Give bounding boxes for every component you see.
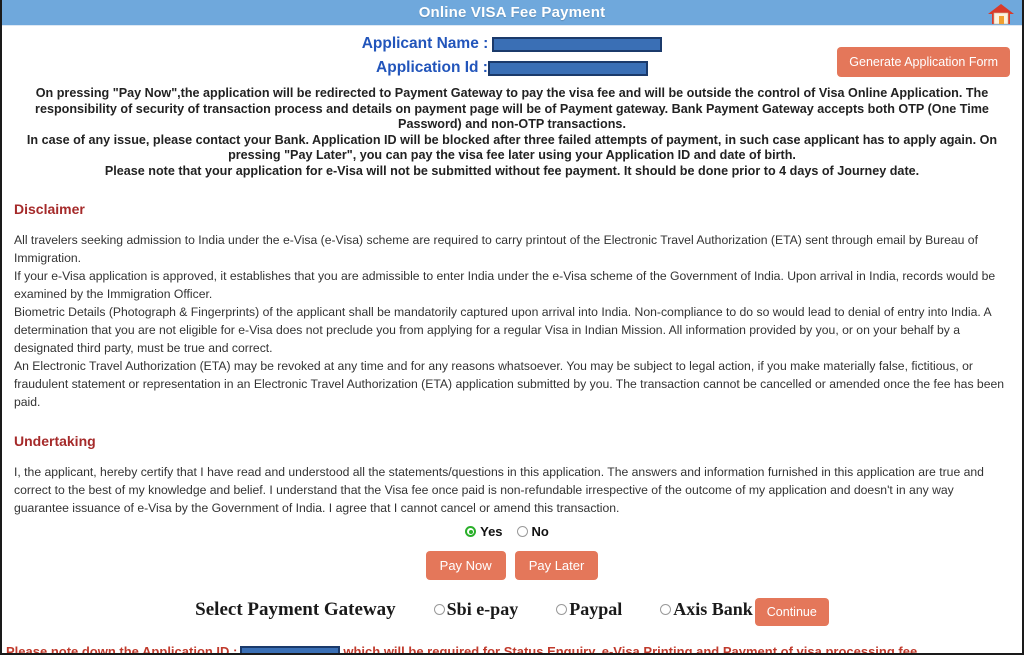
instructions-block: On pressing "Pay Now",the application wi… bbox=[12, 86, 1012, 179]
payment-gateway-row: Select Payment Gateway Sbi e-pay Paypal … bbox=[2, 593, 1022, 626]
applicant-name-label: Applicant Name : bbox=[361, 35, 489, 52]
gateway-option-sbi-epay[interactable]: Sbi e-pay bbox=[433, 599, 519, 620]
applicant-name-value-redacted bbox=[492, 36, 663, 52]
gateway-option-axis-bank[interactable]: Axis Bank bbox=[660, 599, 753, 620]
applicant-block: Applicant Name : Application Id : Genera… bbox=[2, 26, 1022, 80]
continue-button[interactable]: Continue bbox=[754, 598, 829, 626]
disclaimer-paragraph-4: An Electronic Travel Authorization (ETA)… bbox=[14, 359, 1005, 409]
application-id-note-prefix: Please note down the Application ID : bbox=[6, 644, 238, 655]
application-id-note: Please note down the Application ID : whi… bbox=[6, 642, 1016, 655]
undertaking-heading: Undertaking bbox=[14, 433, 96, 449]
title-bar: Online VISA Fee Payment bbox=[2, 0, 1022, 26]
pay-later-button[interactable]: Pay Later bbox=[514, 551, 599, 580]
undertaking-no-radio[interactable] bbox=[516, 526, 528, 537]
disclaimer-paragraph-1: All travelers seeking admission to India… bbox=[14, 233, 978, 265]
pay-now-button[interactable]: Pay Now bbox=[425, 551, 506, 580]
disclaimer-paragraph-2: If your e-Visa application is approved, … bbox=[14, 269, 996, 301]
undertaking-no-label: No bbox=[531, 524, 549, 539]
gateway-label-axis-bank: Axis Bank bbox=[673, 599, 753, 619]
gateway-radio-sbi-epay[interactable] bbox=[433, 604, 445, 615]
undertaking-body: I, the applicant, hereby certify that I … bbox=[14, 463, 1010, 517]
home-icon[interactable] bbox=[986, 1, 1016, 27]
application-id-note-redacted bbox=[240, 645, 341, 653]
disclaimer-body: All travelers seeking admission to India… bbox=[14, 231, 1010, 411]
visa-fee-payment-page: Online VISA Fee Payment Applicant Name :… bbox=[0, 0, 1024, 655]
disclaimer-heading: Disclaimer bbox=[14, 201, 85, 217]
gateway-label-paypal: Paypal bbox=[569, 599, 623, 619]
gateway-option-paypal[interactable]: Paypal bbox=[556, 599, 622, 620]
undertaking-yes-radio[interactable] bbox=[465, 526, 477, 537]
application-id-label: Application Id : bbox=[376, 59, 488, 76]
generate-application-form-button[interactable]: Generate Application Form bbox=[837, 47, 1010, 77]
instruction-line-2: In case of any issue, please contact you… bbox=[26, 132, 998, 163]
payment-gateway-title: Select Payment Gateway bbox=[195, 598, 396, 620]
gateway-radio-paypal[interactable] bbox=[556, 604, 568, 615]
application-id-value-redacted bbox=[487, 60, 648, 76]
page-title: Online VISA Fee Payment bbox=[418, 4, 606, 21]
undertaking-agreement-radios: Yes No bbox=[2, 524, 1022, 539]
disclaimer-paragraph-3: Biometric Details (Photograph & Fingerpr… bbox=[14, 305, 991, 355]
instruction-line-3: Please note that your application for e-… bbox=[104, 163, 920, 178]
gateway-label-sbi-epay: Sbi e-pay bbox=[446, 599, 519, 619]
undertaking-paragraph-1: I, the applicant, hereby certify that I … bbox=[14, 465, 984, 515]
instruction-line-1: On pressing "Pay Now",the application wi… bbox=[35, 86, 989, 131]
undertaking-yes-label: Yes bbox=[480, 524, 503, 539]
pay-buttons-row: Pay Now Pay Later bbox=[2, 551, 1022, 580]
application-id-note-suffix: which will be required for Status Enquir… bbox=[343, 644, 921, 655]
gateway-radio-axis-bank[interactable] bbox=[660, 604, 672, 615]
